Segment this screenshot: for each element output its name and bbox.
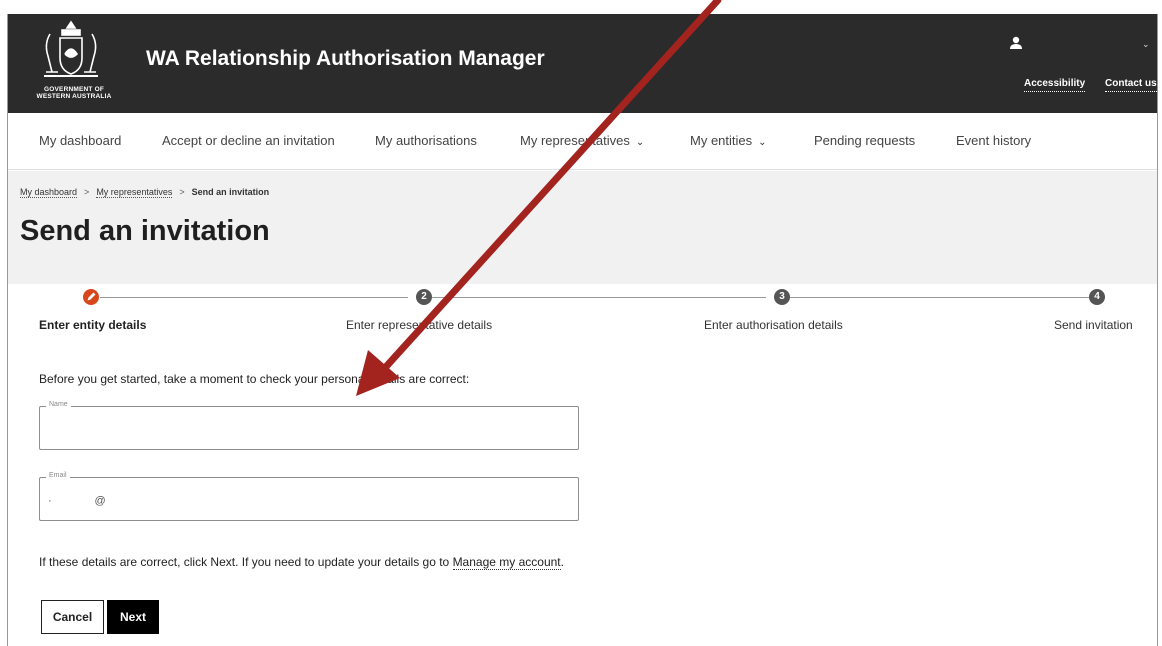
pencil-icon xyxy=(87,292,96,301)
step-4-label: Send invitation xyxy=(1054,318,1133,332)
next-button[interactable]: Next xyxy=(107,600,159,634)
page-header: My dashboard > My representatives > Send an … xyxy=(8,171,1157,284)
page-title: Send an invitation xyxy=(20,215,270,247)
app-title[interactable]: WA Relationship Authorisation Manager xyxy=(146,47,545,71)
name-label: Name xyxy=(46,401,71,408)
step-3-indicator: 3 xyxy=(774,289,790,305)
main-nav: My dashboard Accept or decline an invita… xyxy=(8,113,1157,170)
crest-text: GOVERNMENT OF WESTERN AUSTRALIA xyxy=(36,86,112,100)
breadcrumb-current: Send an invitation xyxy=(191,187,270,197)
breadcrumb-separator: > xyxy=(84,187,90,197)
breadcrumb-my-representatives[interactable]: My representatives xyxy=(96,187,173,198)
chevron-down-icon: ⌄ xyxy=(758,137,767,148)
email-label: Email xyxy=(46,472,70,479)
name-field[interactable]: Name xyxy=(39,401,579,450)
browser-frame: GOVERNMENT OF WESTERN AUSTRALIA WA Relat… xyxy=(7,14,1158,646)
hint-text: If these details are correct, click Next… xyxy=(39,555,564,570)
stepper-connector xyxy=(100,297,408,298)
stepper-connector xyxy=(790,297,1089,298)
breadcrumb-separator: > xyxy=(179,187,185,197)
nav-item-my-representatives[interactable]: My representatives ⌄ xyxy=(520,133,644,148)
breadcrumb-my-dashboard[interactable]: My dashboard xyxy=(20,187,78,198)
step-1-label: Enter entity details xyxy=(39,318,147,332)
site-header: GOVERNMENT OF WESTERN AUSTRALIA WA Relat… xyxy=(8,14,1157,113)
contact-us-link[interactable]: Contact us xyxy=(1105,78,1157,92)
step-3-label: Enter authorisation details xyxy=(704,318,843,332)
crest-icon xyxy=(44,20,98,77)
step-2-label: Enter representative details xyxy=(346,318,493,332)
step-2-indicator: 2 xyxy=(416,289,432,305)
name-input[interactable] xyxy=(48,419,568,441)
nav-item-pending-requests[interactable]: Pending requests xyxy=(814,133,915,148)
nav-item-my-dashboard[interactable]: My dashboard xyxy=(39,133,121,148)
stepper-connector xyxy=(432,297,766,298)
wa-government-crest[interactable]: GOVERNMENT OF WESTERN AUSTRALIA xyxy=(24,20,118,104)
user-icon[interactable] xyxy=(1009,36,1023,50)
chevron-down-icon: ⌄ xyxy=(635,137,645,148)
email-field[interactable]: Email xyxy=(39,472,579,521)
breadcrumb: My dashboard > My representatives > Send an … xyxy=(20,187,270,198)
intro-text: Before you get started, take a moment to… xyxy=(39,372,470,386)
step-1-indicator xyxy=(83,289,99,305)
step-4-indicator: 4 xyxy=(1089,289,1105,305)
cancel-button[interactable]: Cancel xyxy=(41,600,104,634)
accessibility-link[interactable]: Accessibility xyxy=(1024,78,1086,92)
chevron-down-icon[interactable]: ⌄ xyxy=(1142,39,1150,50)
nav-item-event-history[interactable]: Event history xyxy=(956,133,1031,148)
progress-stepper: 2 3 4 Enter entity details Enter represe… xyxy=(8,284,1157,344)
nav-item-my-authorisations[interactable]: My authorisations xyxy=(375,133,477,148)
manage-my-account-link[interactable]: Manage my account xyxy=(452,555,561,570)
email-input[interactable] xyxy=(48,490,568,512)
nav-item-accept-decline[interactable]: Accept or decline an invitation xyxy=(162,133,335,148)
nav-item-my-entities[interactable]: My entities ⌄ xyxy=(690,133,767,148)
